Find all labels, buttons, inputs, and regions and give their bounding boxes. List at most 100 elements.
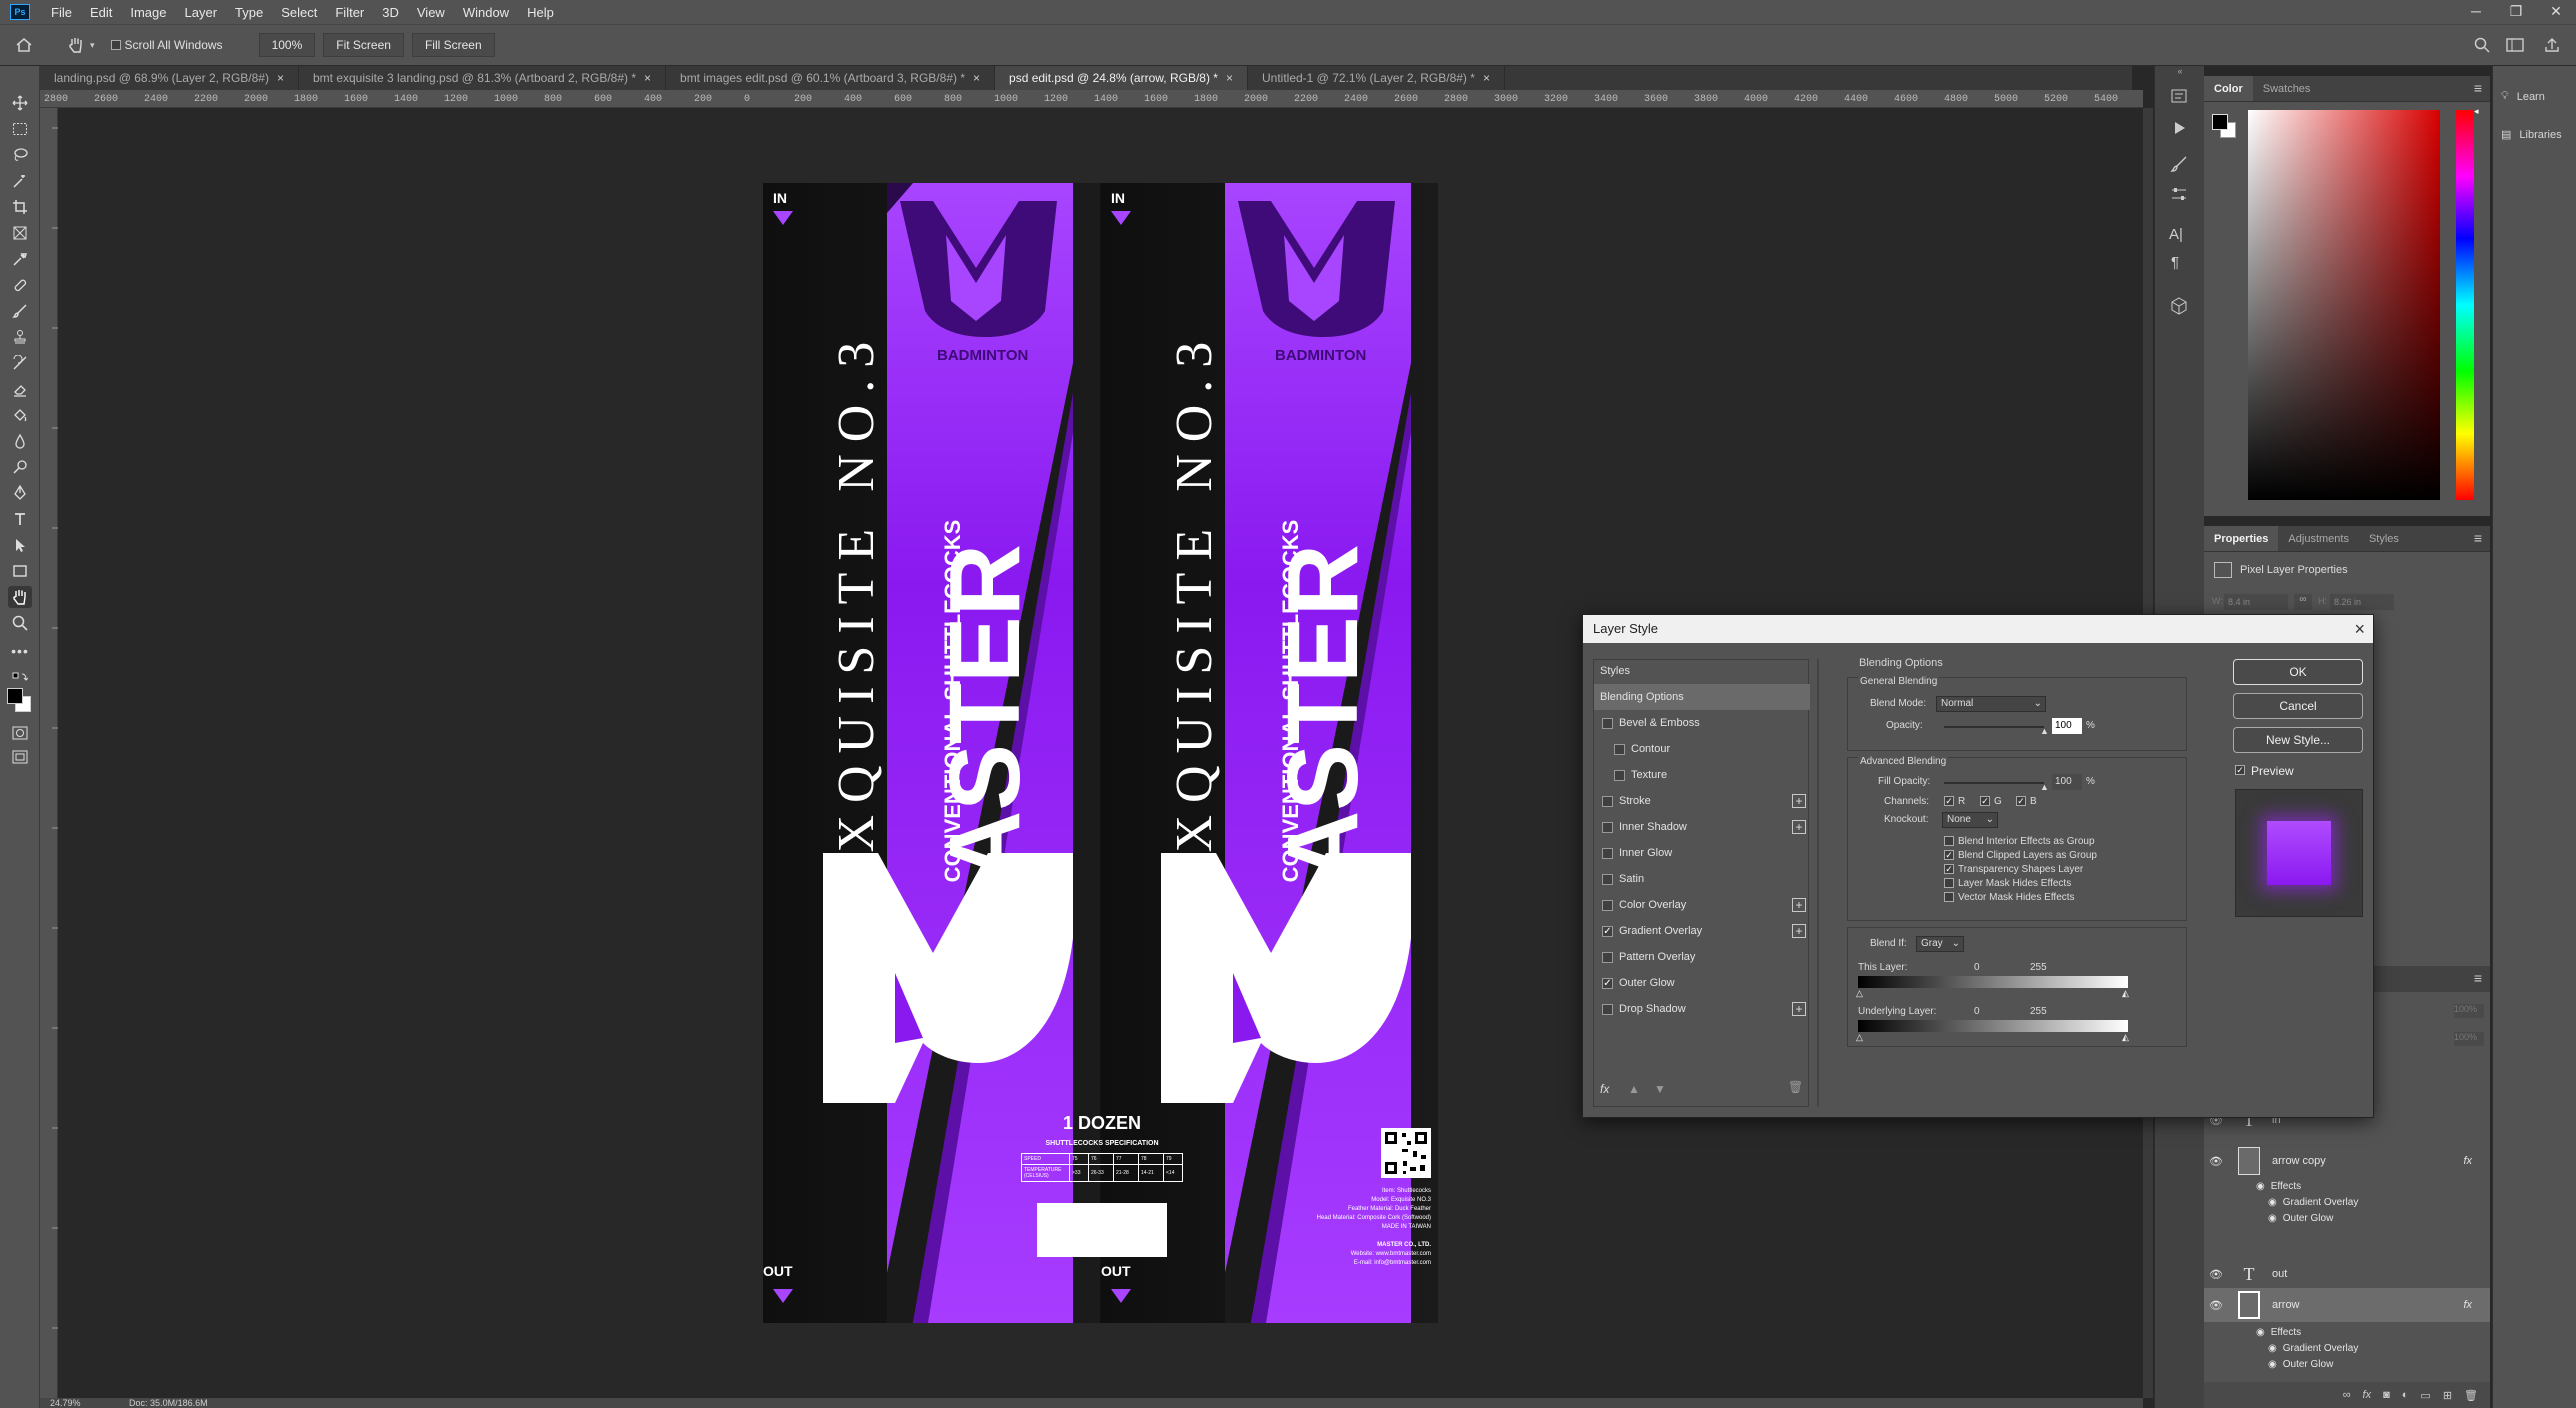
delete-layer-icon[interactable]: 🗑︎: [2464, 1389, 2478, 1402]
add-style-icon[interactable]: fx: [2363, 1389, 2372, 1401]
opacity-field[interactable]: 100%: [2454, 1004, 2484, 1018]
brush-tool-icon[interactable]: [8, 300, 32, 322]
layer-effects-row[interactable]: ◉ Effects: [2204, 1178, 2490, 1194]
history-panel-icon[interactable]: [2169, 86, 2189, 109]
layer-row-arrow[interactable]: 👁︎ arrow fx: [2204, 1288, 2490, 1322]
new-style-button[interactable]: New Style...: [2233, 727, 2363, 753]
style-row-color-overlay[interactable]: Color Overlay +: [1594, 892, 1810, 918]
collapse-dock-icon[interactable]: «: [2157, 66, 2203, 76]
link-layers-icon[interactable]: ∞: [2343, 1389, 2351, 1401]
menu-type[interactable]: Type: [226, 5, 272, 20]
channel-b-checkbox[interactable]: ✓: [2016, 796, 2026, 806]
chevron-down-icon[interactable]: ▾: [90, 40, 95, 51]
style-checkbox[interactable]: [1602, 821, 1613, 833]
new-layer-icon[interactable]: ⊞: [2443, 1389, 2452, 1402]
libraries-button[interactable]: ▤ Libraries: [2501, 128, 2562, 142]
style-row-inner-shadow[interactable]: Inner Shadow +: [1594, 814, 1810, 840]
underlying-black-handle-icon[interactable]: △: [1856, 1032, 1863, 1043]
add-style-instance-icon[interactable]: +: [1792, 820, 1806, 834]
close-tab-icon[interactable]: ×: [277, 71, 284, 85]
style-checkbox[interactable]: [1614, 769, 1625, 781]
tab-bmt-exquisite-landing[interactable]: bmt exquisite 3 landing.psd @ 81.3% (Art…: [299, 66, 667, 90]
color-picker-field[interactable]: [2248, 110, 2440, 500]
fill-screen-button[interactable]: Fill Screen: [411, 33, 495, 57]
tab-bmt-images-edit[interactable]: bmt images edit.psd @ 60.1% (Artboard 3,…: [666, 66, 996, 90]
rectangle-tool-icon[interactable]: [8, 560, 32, 582]
style-checkbox[interactable]: [1602, 951, 1613, 963]
foreground-color-swatch[interactable]: [7, 688, 23, 704]
this-layer-white-handle-icon[interactable]: ◭: [2122, 988, 2129, 999]
menu-window[interactable]: Window: [454, 5, 518, 20]
add-style-instance-icon[interactable]: +: [1792, 898, 1806, 912]
blend-mode-select[interactable]: Normal ⌄: [1936, 696, 2046, 712]
style-row-satin[interactable]: Satin: [1594, 866, 1810, 892]
zoom-readout[interactable]: 24.79%: [50, 1398, 81, 1408]
advanced-option-checkbox[interactable]: [1944, 892, 1954, 902]
effects-eye-icon[interactable]: ◉: [2256, 1327, 2265, 1338]
tab-styles[interactable]: Styles: [2359, 526, 2409, 551]
fill-field[interactable]: 100%: [2454, 1032, 2484, 1046]
close-tab-icon[interactable]: ×: [1226, 71, 1233, 85]
path-selection-tool-icon[interactable]: [8, 534, 32, 556]
eye-icon[interactable]: 👁︎: [2204, 1299, 2228, 1312]
style-row-drop-shadow[interactable]: Drop Shadow +: [1594, 996, 1810, 1022]
fit-screen-button[interactable]: Fit Screen: [323, 33, 404, 57]
style-row-texture[interactable]: Texture: [1594, 762, 1810, 788]
underlying-white-handle-icon[interactable]: ◭: [2122, 1032, 2129, 1043]
lasso-tool-icon[interactable]: [8, 144, 32, 166]
channel-g-checkbox[interactable]: ✓: [1980, 796, 1990, 806]
search-icon[interactable]: [2474, 37, 2490, 56]
fill-opacity-slider[interactable]: [1944, 782, 2044, 784]
panel-menu-icon[interactable]: ≡: [2474, 80, 2482, 96]
knockout-select[interactable]: None ⌄: [1942, 812, 1998, 828]
adjustment-layer-icon[interactable]: ◐: [2402, 1389, 2409, 1401]
menu-select[interactable]: Select: [272, 5, 326, 20]
crop-tool-icon[interactable]: [8, 196, 32, 218]
style-checkbox[interactable]: [1602, 717, 1613, 729]
menu-file[interactable]: File: [42, 5, 81, 20]
channel-r-checkbox[interactable]: ✓: [1944, 796, 1954, 806]
style-row-contour[interactable]: Contour: [1594, 736, 1810, 762]
style-row-blending-options[interactable]: Blending Options: [1594, 684, 1810, 710]
style-checkbox[interactable]: ✓: [1602, 977, 1613, 989]
opacity-input[interactable]: 100: [2052, 718, 2082, 734]
menu-help[interactable]: Help: [518, 5, 563, 20]
learn-button[interactable]: 💡︎ Learn: [2501, 90, 2545, 103]
tab-color[interactable]: Color: [2204, 76, 2253, 101]
character-panel-icon[interactable]: A|: [2169, 226, 2183, 243]
blend-if-select[interactable]: Gray ⌄: [1916, 936, 1964, 952]
actions-panel-icon[interactable]: [2169, 118, 2189, 141]
scroll-all-windows-checkbox[interactable]: [110, 40, 121, 50]
fx-badge[interactable]: fx: [2463, 1299, 2472, 1311]
fill-opacity-thumb-icon[interactable]: ▲: [2040, 782, 2049, 792]
marquee-tool-icon[interactable]: [8, 118, 32, 140]
paragraph-panel-icon[interactable]: ¶: [2171, 254, 2179, 271]
menu-image[interactable]: Image: [121, 5, 175, 20]
link-icon[interactable]: ∞: [2294, 594, 2312, 610]
healing-brush-tool-icon[interactable]: [8, 274, 32, 296]
home-icon[interactable]: [14, 35, 34, 55]
paint-bucket-tool-icon[interactable]: [8, 404, 32, 426]
fx-badge[interactable]: fx: [2463, 1155, 2472, 1167]
this-layer-black-handle-icon[interactable]: △: [1856, 988, 1863, 999]
add-style-instance-icon[interactable]: +: [1792, 794, 1806, 808]
tab-psd-edit[interactable]: psd edit.psd @ 24.8% (arrow, RGB/8) * ×: [995, 66, 1248, 90]
style-row-stroke[interactable]: Stroke +: [1594, 788, 1810, 814]
clone-stamp-tool-icon[interactable]: [8, 326, 32, 348]
add-mask-icon[interactable]: ◙: [2383, 1389, 2390, 1401]
effects-eye-icon[interactable]: ◉: [2256, 1181, 2265, 1192]
close-tab-icon[interactable]: ×: [644, 71, 651, 85]
style-row-inner-glow[interactable]: Inner Glow: [1594, 840, 1810, 866]
menu-3d[interactable]: 3D: [373, 5, 408, 20]
adjust-panel-icon[interactable]: [2169, 184, 2189, 207]
style-checkbox[interactable]: [1602, 847, 1613, 859]
delete-style-icon[interactable]: 🗑︎: [1788, 1080, 1803, 1094]
brush-settings-icon[interactable]: [2169, 154, 2189, 177]
tab-adjustments[interactable]: Adjustments: [2278, 526, 2359, 551]
tab-untitled-1[interactable]: Untitled-1 @ 72.1% (Layer 2, RGB/8#) * ×: [1248, 66, 1505, 90]
close-tab-icon[interactable]: ×: [1483, 71, 1490, 85]
fill-opacity-input[interactable]: 100: [2052, 774, 2082, 790]
eye-icon[interactable]: 👁︎: [2204, 1268, 2228, 1281]
hand-tool-icon[interactable]: [64, 36, 88, 54]
zoom-tool-icon[interactable]: [8, 612, 32, 634]
